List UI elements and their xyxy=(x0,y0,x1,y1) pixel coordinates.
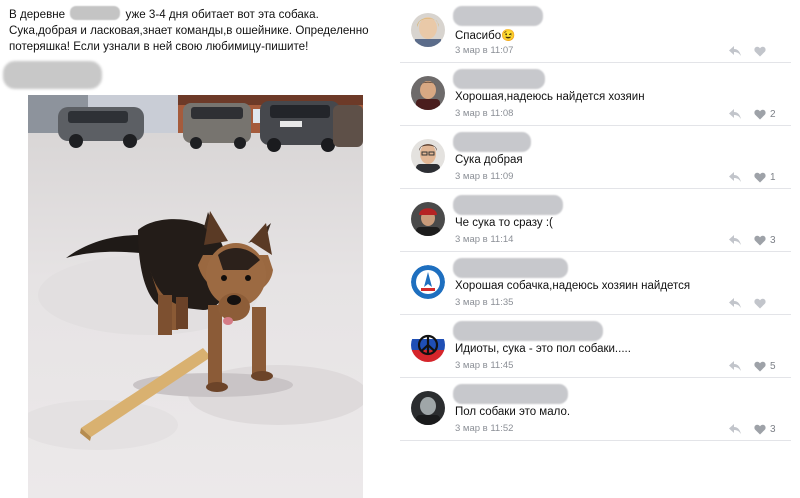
heart-icon xyxy=(754,298,766,308)
comment-text: Пол собаки это мало. xyxy=(455,406,571,418)
like-count: 5 xyxy=(770,360,776,372)
flag-peace-avatar[interactable] xyxy=(411,328,445,362)
redacted-author xyxy=(453,258,568,278)
page-background xyxy=(400,450,800,498)
comment-date: 3 мар в 11:14 xyxy=(455,234,514,245)
redacted-author xyxy=(453,69,545,89)
comments-panel: Спасибо😉 3 мар в 11:07 Хорошая,надеюсь н… xyxy=(400,0,791,450)
comment: Хорошая,надеюсь найдется хозяин 3 мар в … xyxy=(400,63,791,126)
comment: Спасибо😉 3 мар в 11:07 xyxy=(400,0,791,63)
man-glasses-avatar[interactable] xyxy=(411,139,445,173)
redacted-author xyxy=(453,384,568,404)
comment: Че сука то сразу :( 3 мар в 11:14 3 xyxy=(400,189,791,252)
heart-icon xyxy=(754,109,766,119)
like-button[interactable] xyxy=(754,296,770,310)
redacted-author-name xyxy=(3,61,102,89)
heart-icon xyxy=(754,172,766,182)
comment: Сука добрая 3 мар в 11:09 1 xyxy=(400,126,791,189)
comment-text: Хорошая собачка,надеюсь хозяин найдется xyxy=(455,280,691,292)
heart-icon xyxy=(754,235,766,245)
like-button[interactable]: 3 xyxy=(754,422,776,436)
reply-icon[interactable] xyxy=(728,45,742,57)
like-count: 3 xyxy=(770,423,776,435)
woman-avatar[interactable] xyxy=(411,13,445,47)
like-button[interactable]: 3 xyxy=(754,233,776,247)
comment-text: Спасибо😉 xyxy=(455,30,516,42)
like-count: 1 xyxy=(770,171,776,183)
reply-icon[interactable] xyxy=(728,360,742,372)
redacted-author xyxy=(453,321,603,341)
comment-text: Че сука то сразу :( xyxy=(455,217,553,229)
dark-avatar[interactable] xyxy=(411,391,445,425)
comment-date: 3 мар в 11:52 xyxy=(455,423,514,434)
heart-icon xyxy=(754,424,766,434)
reply-icon[interactable] xyxy=(728,108,742,120)
redacted-village-name xyxy=(70,6,121,20)
reply-icon[interactable] xyxy=(728,171,742,183)
post-panel: В деревне уже 3-4 дня обитает вот эта со… xyxy=(0,0,378,498)
reply-icon[interactable] xyxy=(728,297,742,309)
post-text-start: В деревне xyxy=(9,8,66,21)
redacted-author xyxy=(453,132,531,152)
comment: Идиоты, сука - это пол собаки..... 3 мар… xyxy=(400,315,791,378)
like-button[interactable]: 1 xyxy=(754,170,776,184)
reply-icon[interactable] xyxy=(728,234,742,246)
comment-date: 3 мар в 11:45 xyxy=(455,360,514,371)
redacted-author xyxy=(453,6,543,26)
emblem-avatar[interactable] xyxy=(411,265,445,299)
heart-icon xyxy=(754,361,766,371)
like-button[interactable]: 5 xyxy=(754,359,776,373)
panel-divider xyxy=(378,0,400,498)
reply-icon[interactable] xyxy=(728,423,742,435)
man-avatar[interactable] xyxy=(411,76,445,110)
heart-icon xyxy=(754,46,766,56)
comment: Хорошая собачка,надеюсь хозяин найдется … xyxy=(400,252,791,315)
dog-photo[interactable] xyxy=(28,95,363,498)
man-cap-avatar[interactable] xyxy=(411,202,445,236)
comment: Пол собаки это мало. 3 мар в 11:52 3 xyxy=(400,378,791,441)
like-count: 3 xyxy=(770,234,776,246)
post-text: В деревне уже 3-4 дня обитает вот эта со… xyxy=(9,6,374,55)
comment-date: 3 мар в 11:35 xyxy=(455,297,514,308)
like-button[interactable] xyxy=(754,44,770,58)
comment-text: Идиоты, сука - это пол собаки..... xyxy=(455,343,631,355)
comment-text: Сука добрая xyxy=(455,154,523,166)
redacted-author xyxy=(453,195,563,215)
comment-text: Хорошая,надеюсь найдется хозяин xyxy=(455,91,645,103)
comment-date: 3 мар в 11:09 xyxy=(455,171,514,182)
like-button[interactable]: 2 xyxy=(754,107,776,121)
comment-date: 3 мар в 11:07 xyxy=(455,45,514,56)
comment-date: 3 мар в 11:08 xyxy=(455,108,514,119)
like-count: 2 xyxy=(770,108,776,120)
